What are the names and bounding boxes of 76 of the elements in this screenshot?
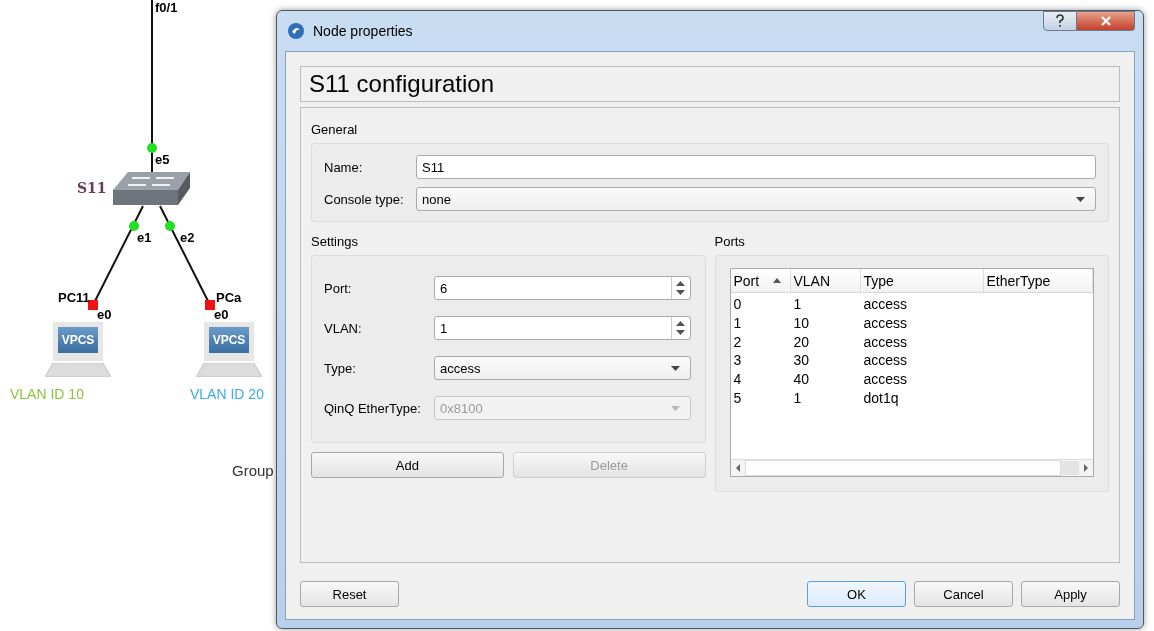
table-cell-text: 40 [792,371,811,388]
dialog-button[interactable]: OK [807,581,906,607]
caret-icon [670,365,680,371]
port-label: e1 [137,230,152,245]
table-cell-text: access [862,315,909,332]
column-header[interactable]: Type [860,269,984,292]
field-label: Name: [324,159,364,175]
table-cell-text: access [862,333,909,350]
port-label: e2 [180,230,195,245]
group-title: General [311,122,359,137]
switch-icon[interactable] [113,172,190,205]
field-label: Type: [324,360,357,376]
window-title: Node properties [313,23,413,39]
laptop-screen[interactable]: VPCS [53,322,103,361]
node-label: PC11 [58,290,90,305]
node-label: S11 [77,180,107,196]
vlan-note: VLAN ID 10 [10,386,84,402]
dialog-heading: S11 configuration [300,66,1120,102]
link-status-icon [147,143,157,153]
dropdown[interactable]: none [416,187,1096,211]
table-cell-text: 20 [792,333,811,350]
link-status-icon [165,221,175,231]
table-cell-text: access [862,352,909,369]
table-cell-text: 10 [792,315,811,332]
table-cell-text: 3 [732,352,743,369]
field-label: QinQ EtherType: [324,400,422,416]
table-cell-text: dot1q [862,389,900,406]
link-status-icon [205,300,215,310]
table-cell-text: 0 [732,296,743,313]
dialog-button[interactable]: Apply [1021,581,1120,607]
table-cell-text: 1 [792,296,803,313]
sort-ascending-icon [773,278,782,283]
port-label: e0 [214,308,229,321]
action-button[interactable]: Add [311,452,504,478]
table-cell-text: access [862,296,909,313]
link-status-icon [88,300,98,310]
port-label: e0 [97,308,112,321]
input-field[interactable]: S11 [416,155,1096,179]
vlan-note: VLAN ID 20 [190,386,264,402]
spin-box[interactable]: 1 [434,316,691,340]
table-cell-text: 5 [732,389,743,406]
table-cell-text: 1 [792,389,803,406]
caret-icon [1076,196,1085,202]
link-status-icon [129,221,139,231]
group-title: Settings [311,234,359,249]
table-cell-text: 2 [732,333,743,350]
spin-box[interactable]: 6 [434,276,691,300]
horizontal-scrollbar[interactable] [730,459,1093,476]
group-title: Ports [714,234,746,249]
port-label: e5 [155,152,170,167]
app-icon [287,22,305,40]
help-icon [1055,14,1065,28]
laptop-screen[interactable]: VPCS [204,322,254,361]
dialog-button[interactable]: Cancel [914,581,1013,607]
table-cell-text: 30 [792,352,811,369]
table-cell-text: 1 [732,315,743,332]
dialog-button[interactable]: Reset [300,581,399,607]
column-header[interactable]: EtherType [983,269,1093,292]
field-label: Console type: [324,191,405,207]
field-label: Port: [324,280,353,296]
close-icon [1099,16,1112,26]
field-label: VLAN: [324,320,363,336]
port-label: f0/1 [155,0,178,15]
table-cell-text: 4 [732,371,743,388]
dropdown[interactable]: access [434,356,691,380]
node-label: PCa [216,290,242,305]
laptop-base-icon [196,363,262,377]
laptop-base-icon [45,363,111,377]
column-header[interactable]: Port [730,269,791,292]
scroll-thumb[interactable] [1061,461,1079,475]
column-header[interactable]: VLAN [790,269,861,292]
close-button[interactable] [1077,11,1135,31]
table-cell-text: access [862,371,909,388]
caret-icon [670,405,680,411]
group-label: Group [232,462,274,479]
help-button[interactable] [1043,11,1077,31]
